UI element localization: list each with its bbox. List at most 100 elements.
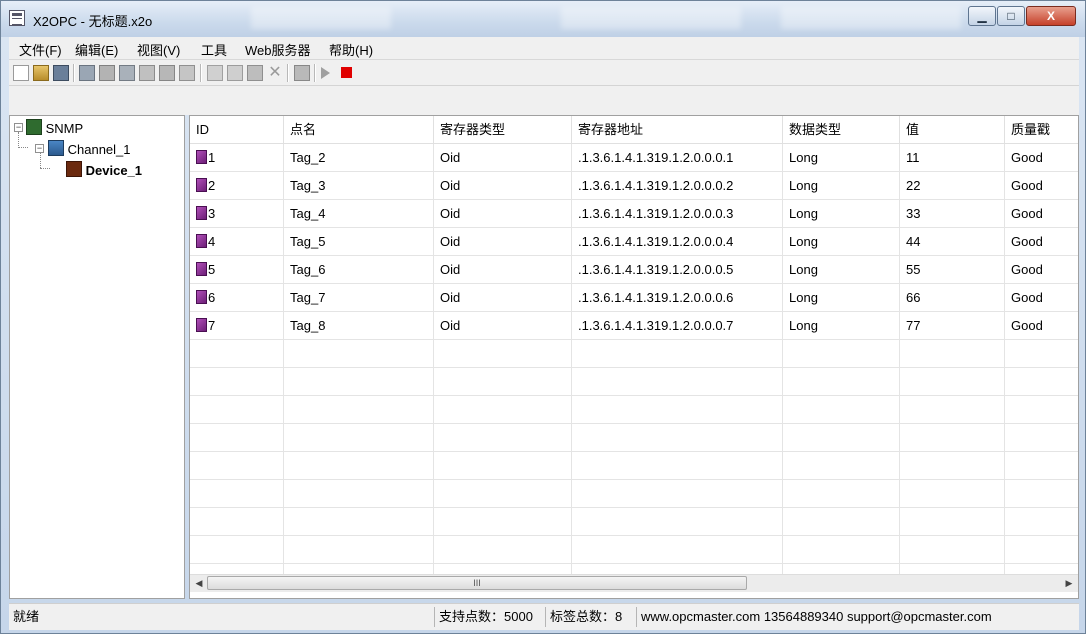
scroll-left-icon[interactable]: ◀ xyxy=(192,576,206,590)
column-header-register-address[interactable]: 寄存器地址 xyxy=(572,116,783,144)
cell-name-text: Tag_8 xyxy=(290,318,326,333)
empty-table-row xyxy=(190,340,1078,368)
cell-id: 1 xyxy=(190,144,284,172)
paste-icon[interactable] xyxy=(247,65,263,81)
cell-reg_type xyxy=(434,480,572,508)
cell-id: 4 xyxy=(190,228,284,256)
new-file-icon[interactable] xyxy=(13,65,29,81)
menu-view[interactable]: 视图(V) xyxy=(137,40,180,59)
cell-name xyxy=(284,368,434,396)
stop-icon[interactable] xyxy=(341,67,352,78)
cell-name: Tag_3 xyxy=(284,172,434,200)
table-row[interactable]: 5 Tag_6 Oid .1.3.6.1.4.1.319.1.2.0.0.0.5 Lon… xyxy=(190,256,1078,284)
close-button[interactable]: X xyxy=(1026,6,1076,26)
bulk-tags-icon[interactable] xyxy=(159,65,175,81)
cell-quality-text: Good xyxy=(1011,234,1043,249)
cell-id: 3 xyxy=(190,200,284,228)
device-properties-icon[interactable] xyxy=(119,65,135,81)
column-header-quality[interactable]: 质量戳 xyxy=(1005,116,1078,144)
menu-web-server[interactable]: Web服务器 xyxy=(245,40,311,59)
cell-data_type-text: Long xyxy=(789,150,818,165)
title-bar-decoration xyxy=(781,7,961,29)
scroll-right-icon[interactable]: ▶ xyxy=(1062,576,1076,590)
new-device-icon[interactable] xyxy=(99,65,115,81)
maximize-button[interactable]: □ xyxy=(997,6,1025,26)
empty-table-row xyxy=(190,536,1078,564)
cut-icon[interactable] xyxy=(207,65,223,81)
new-channel-icon[interactable] xyxy=(79,65,95,81)
scrollbar-thumb[interactable]: III xyxy=(207,576,747,590)
copy-icon[interactable] xyxy=(227,65,243,81)
tree-node-snmp[interactable]: SNMP xyxy=(26,119,83,136)
tree-node-channel-label: Channel_1 xyxy=(67,142,131,157)
app-icon[interactable] xyxy=(9,10,25,26)
tree-collapse-channel[interactable]: − xyxy=(35,144,44,153)
cell-name xyxy=(284,396,434,424)
cell-reg_type: Oid xyxy=(434,172,572,200)
menu-bar: 文件(F) 编辑(E) 视图(V) 工具 Web服务器 帮助(H) xyxy=(9,37,1079,60)
delete-icon[interactable]: ✕ xyxy=(267,65,283,81)
cell-data_type xyxy=(783,536,900,564)
table-row[interactable]: 4 Tag_5 Oid .1.3.6.1.4.1.319.1.2.0.0.0.4 Lon… xyxy=(190,228,1078,256)
table-row[interactable]: 1 Tag_2 Oid .1.3.6.1.4.1.319.1.2.0.0.0.1 Lon… xyxy=(190,144,1078,172)
cell-name: Tag_7 xyxy=(284,284,434,312)
column-header-id[interactable]: ID xyxy=(190,116,284,144)
tree-connector xyxy=(40,152,41,168)
cell-quality-text: Good xyxy=(1011,206,1043,221)
quick-client-icon[interactable] xyxy=(294,65,310,81)
cell-data_type: Long xyxy=(783,284,900,312)
status-separator xyxy=(636,607,637,627)
new-tag-icon[interactable] xyxy=(139,65,155,81)
column-header-data-type[interactable]: 数据类型 xyxy=(783,116,900,144)
cell-quality xyxy=(1005,368,1078,396)
cell-quality-text: Good xyxy=(1011,262,1043,277)
table-row[interactable]: 7 Tag_8 Oid .1.3.6.1.4.1.319.1.2.0.0.0.7 Lon… xyxy=(190,312,1078,340)
cell-reg_type: Oid xyxy=(434,144,572,172)
column-header-register-type[interactable]: 寄存器类型 xyxy=(434,116,572,144)
tree-collapse-root[interactable]: − xyxy=(14,123,23,132)
menu-help[interactable]: 帮助(H) xyxy=(329,40,373,59)
table-row[interactable]: 3 Tag_4 Oid .1.3.6.1.4.1.319.1.2.0.0.0.3 Lon… xyxy=(190,200,1078,228)
tree-node-channel-1[interactable]: Channel_1 xyxy=(48,140,131,157)
cell-address xyxy=(572,480,783,508)
cell-data_type: Long xyxy=(783,256,900,284)
menu-file[interactable]: 文件(F) xyxy=(19,40,62,59)
cell-data_type xyxy=(783,480,900,508)
horizontal-scrollbar[interactable]: ◀ III ▶ xyxy=(190,574,1078,592)
column-header-name[interactable]: 点名 xyxy=(284,116,434,144)
cell-name xyxy=(284,340,434,368)
save-icon[interactable] xyxy=(53,65,69,81)
tree-connector xyxy=(40,168,50,169)
cell-name-text: Tag_7 xyxy=(290,290,326,305)
status-tag-count: 标签总数：8 xyxy=(550,609,623,624)
run-icon[interactable] xyxy=(321,67,330,79)
cell-quality xyxy=(1005,536,1078,564)
toolbar-separator xyxy=(287,64,289,82)
cell-data_type-text: Long xyxy=(789,262,818,277)
cell-quality xyxy=(1005,508,1078,536)
cell-reg_type-text: Oid xyxy=(440,150,461,165)
column-header-value[interactable]: 值 xyxy=(900,116,1005,144)
cell-quality xyxy=(1005,396,1078,424)
minimize-button[interactable]: ▁ xyxy=(968,6,996,26)
title-bar[interactable]: X2OPC - 无标题.x2o ▁ □ X xyxy=(1,1,1085,37)
menu-tools[interactable]: 工具 xyxy=(201,40,227,59)
cell-value xyxy=(900,452,1005,480)
tag-properties-icon[interactable] xyxy=(179,65,195,81)
table-row[interactable]: 2 Tag_3 Oid .1.3.6.1.4.1.319.1.2.0.0.0.2 Lon… xyxy=(190,172,1078,200)
tree-node-device-1[interactable]: Device_1 xyxy=(66,161,142,178)
cell-value: 22 xyxy=(900,172,1005,200)
menu-edit[interactable]: 编辑(E) xyxy=(75,40,118,59)
cell-value-text: 22 xyxy=(906,178,921,193)
cell-name xyxy=(284,452,434,480)
cell-name xyxy=(284,480,434,508)
cell-value xyxy=(900,340,1005,368)
tag-icon xyxy=(196,178,207,192)
cell-value xyxy=(900,368,1005,396)
open-folder-icon[interactable] xyxy=(33,65,49,81)
table-row[interactable]: 6 Tag_7 Oid .1.3.6.1.4.1.319.1.2.0.0.0.6 Lon… xyxy=(190,284,1078,312)
cell-reg_type-text: Oid xyxy=(440,234,461,249)
cell-data_type-text: Long xyxy=(789,234,818,249)
cell-name: Tag_8 xyxy=(284,312,434,340)
status-bar: 就绪 支持点数：5000 标签总数：8 www.opcmaster.com 13… xyxy=(9,603,1079,630)
